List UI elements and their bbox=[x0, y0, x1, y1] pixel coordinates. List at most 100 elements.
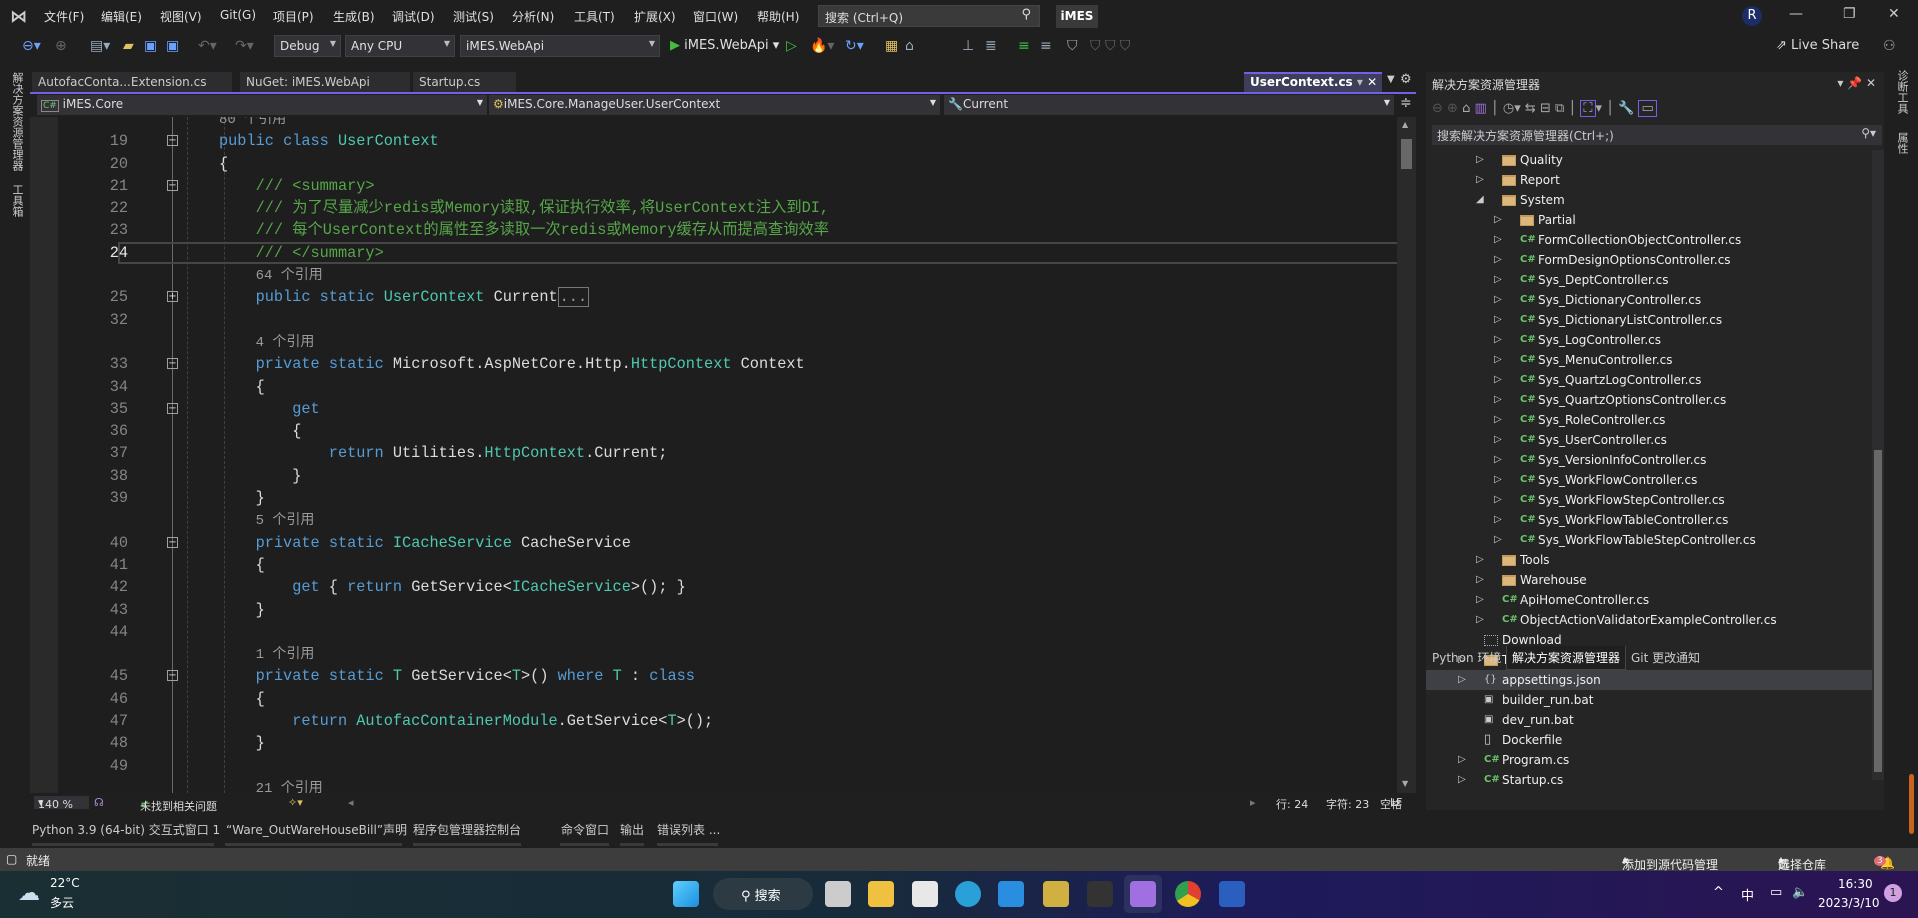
tab-autofac-extension[interactable]: AutofacConta...Extension.cs bbox=[32, 72, 232, 92]
platform-dropdown[interactable]: Any CPU ▼ bbox=[345, 35, 455, 57]
temperature[interactable]: 22°C bbox=[50, 876, 80, 890]
menu-item[interactable]: 工具(T) bbox=[574, 8, 615, 25]
solution-explorer-side-tab[interactable]: 解决方案资源管理器 bbox=[9, 72, 25, 171]
bookmark-icon[interactable]: ⛉ bbox=[1067, 38, 1078, 54]
collapsed-arrow-icon[interactable]: ▷ bbox=[1458, 670, 1466, 690]
collapsed-arrow-icon[interactable]: ▷ bbox=[1476, 170, 1484, 190]
tree-item[interactable]: ▷ C# Program.cs bbox=[1426, 750, 1872, 770]
code-line[interactable]: 23 /// 每个UserContext的属性至多读取一次redis或Memory… bbox=[30, 219, 1396, 241]
code-line[interactable]: 45− private static T GetService<T>() wher… bbox=[30, 665, 1396, 687]
tree-item[interactable]: ▷ C# Sys_QuartzLogController.cs bbox=[1426, 370, 1872, 390]
collapsed-arrow-icon[interactable]: ▷ bbox=[1494, 370, 1502, 390]
tree-item[interactable]: ▷ C# Sys_RoleController.cs bbox=[1426, 410, 1872, 430]
tree-item[interactable]: ▷ C# Sys_MenuController.cs bbox=[1426, 350, 1872, 370]
terminal-icon[interactable] bbox=[1087, 881, 1113, 907]
tab-python-env[interactable]: Python 环境 bbox=[1432, 649, 1501, 666]
tree-item[interactable]: ▷ Report bbox=[1426, 170, 1872, 190]
menu-item[interactable]: 生成(B) bbox=[333, 8, 375, 25]
redo-icon[interactable]: ↷▾ bbox=[235, 38, 254, 54]
code-line[interactable]: 25 + public static UserContext Current... bbox=[30, 286, 1396, 308]
solution-badge[interactable]: iMES bbox=[1056, 5, 1098, 28]
collapsed-arrow-icon[interactable]: ▷ bbox=[1494, 290, 1502, 310]
start-debug-button[interactable]: ▶ iMES.WebApi ▾ bbox=[670, 38, 779, 53]
tab-command-window[interactable]: 命令窗口 bbox=[561, 821, 609, 838]
tab-python-interactive[interactable]: Python 3.9 (64-bit) 交互式窗口 1 bbox=[32, 821, 220, 838]
collapse-icon[interactable]: − bbox=[167, 135, 178, 147]
tree-item[interactable]: ▷ C# FormCollectionObjectController.cs bbox=[1426, 230, 1872, 250]
ime-indicator[interactable]: 中 bbox=[1741, 885, 1754, 904]
code-line[interactable]: 49 bbox=[30, 755, 1396, 777]
collapsed-arrow-icon[interactable]: ▷ bbox=[1494, 470, 1502, 490]
config-dropdown[interactable]: Debug ▼ bbox=[274, 35, 341, 57]
tree-item[interactable]: ▷ C# Sys_WorkFlowController.cs bbox=[1426, 470, 1872, 490]
microsoft-store-icon[interactable] bbox=[912, 881, 938, 907]
code-line[interactable]: 47 return AutofacContainerModule.GetServi… bbox=[30, 710, 1396, 732]
menu-item[interactable]: 文件(F) bbox=[44, 8, 84, 25]
code-line[interactable]: 20 { bbox=[30, 153, 1396, 175]
step-icon[interactable]: ⊥ bbox=[962, 38, 974, 54]
codelens-references[interactable]: 4 个引用 bbox=[30, 331, 1396, 353]
avatar[interactable]: R bbox=[1742, 6, 1762, 26]
vscode-icon[interactable] bbox=[998, 881, 1024, 907]
clock-date[interactable]: 2023/3/10 bbox=[1818, 896, 1880, 910]
member-dropdown[interactable]: 🔧Current ▼ bbox=[944, 95, 1394, 115]
tree-item[interactable]: ▣ dev_run.bat bbox=[1426, 710, 1872, 730]
visual-studio-task-active[interactable] bbox=[1124, 875, 1162, 913]
scroll-thumb[interactable] bbox=[1401, 139, 1412, 169]
tree-scrollbar[interactable] bbox=[1872, 150, 1884, 780]
feedback-icon[interactable]: ⚇ bbox=[1883, 38, 1896, 54]
forward-icon[interactable]: ⊕ bbox=[55, 38, 67, 54]
code-line[interactable]: 37 return Utilities.HttpContext.Current; bbox=[30, 442, 1396, 464]
tab-usercontext[interactable]: UserContext.cs ▾ ✕ bbox=[1244, 72, 1382, 92]
code-line[interactable]: 38} bbox=[30, 465, 1396, 487]
collapsed-arrow-icon[interactable]: ▷ bbox=[1494, 450, 1502, 470]
code-line[interactable]: 48} bbox=[30, 732, 1396, 754]
tree-item[interactable]: ◢ System bbox=[1426, 190, 1872, 210]
collapsed-arrow-icon[interactable]: ▷ bbox=[1494, 270, 1502, 290]
line-indicator[interactable]: 行: 24 bbox=[1276, 796, 1308, 812]
tree-item[interactable]: Download bbox=[1426, 630, 1872, 650]
tree-item[interactable]: ▷ C# Sys_DictionaryController.cs bbox=[1426, 290, 1872, 310]
taskbar-search[interactable]: ⚲ 搜索 bbox=[713, 878, 813, 910]
code-line[interactable]: 19 − public class UserContext bbox=[30, 130, 1396, 152]
tree-item[interactable]: ▷ C# Sys_DictionaryListController.cs bbox=[1426, 310, 1872, 330]
refresh-icon[interactable]: ↻▾ bbox=[845, 38, 864, 54]
image-tool-icon[interactable] bbox=[1043, 881, 1069, 907]
collapsed-arrow-icon[interactable]: ▷ bbox=[1494, 230, 1502, 250]
tree-item[interactable]: ▷ Quality bbox=[1426, 150, 1872, 170]
pin-icon[interactable]: ▾ bbox=[1357, 75, 1363, 89]
editor-vertical-scrollbar[interactable]: ▲ ▼ bbox=[1397, 117, 1416, 793]
code-line[interactable]: 24 /// </summary> bbox=[30, 241, 1410, 264]
tree-item[interactable]: ▷ C# ObjectActionValidatorExampleControlle… bbox=[1426, 610, 1872, 630]
weather-text[interactable]: 多云 bbox=[50, 894, 74, 911]
collapse-icon[interactable]: − bbox=[167, 402, 178, 414]
switch-views-icon[interactable]: ▥ bbox=[1475, 101, 1487, 116]
menu-item[interactable]: 扩展(X) bbox=[634, 8, 676, 25]
tree-item[interactable]: ▷ C# Sys_WorkFlowStepController.cs bbox=[1426, 490, 1872, 510]
tab-notifications[interactable]: 通知 bbox=[1676, 649, 1700, 666]
diagnostic-tools-side-tab[interactable]: 诊断工具 bbox=[1894, 70, 1910, 114]
code-line[interactable]: 46 { bbox=[30, 688, 1396, 710]
scroll-thumb[interactable] bbox=[1874, 450, 1882, 772]
code-line[interactable]: 42 get { return GetService<ICacheService>… bbox=[30, 576, 1396, 598]
collapsed-arrow-icon[interactable]: ▷ bbox=[1476, 610, 1484, 630]
tree-item[interactable]: ▷ C# Sys_QuartzOptionsController.cs bbox=[1426, 390, 1872, 410]
startup-project-dropdown[interactable]: iMES.WebApi ▼ bbox=[460, 35, 660, 57]
code-line[interactable]: 34 { bbox=[30, 376, 1396, 398]
start-without-debug-icon[interactable]: ▷ bbox=[786, 38, 797, 54]
tab-list-icon[interactable]: ▼ bbox=[1387, 74, 1395, 85]
expanded-arrow-icon[interactable]: ◢ bbox=[1476, 190, 1484, 210]
properties-icon[interactable]: 🔧 bbox=[1618, 101, 1634, 116]
collapsed-arrow-icon[interactable]: ▷ bbox=[1476, 570, 1484, 590]
code-line[interactable]: 32 bbox=[30, 309, 1396, 331]
tab-output[interactable]: 输出 bbox=[620, 821, 644, 838]
back-icon[interactable]: ⊖▾ bbox=[22, 38, 41, 54]
preview-icon[interactable]: ▭ bbox=[1638, 100, 1657, 117]
new-item-icon[interactable]: ▤▾ bbox=[90, 38, 110, 54]
search-input[interactable]: 搜索 (Ctrl+Q) ⚲ bbox=[818, 5, 1040, 27]
maximize-icon[interactable]: ❐ bbox=[1843, 6, 1856, 22]
tab-solution-explorer[interactable]: 解决方案资源管理器 bbox=[1506, 646, 1627, 670]
collapsed-region[interactable]: ... bbox=[557, 287, 590, 308]
collapsed-arrow-icon[interactable]: ▷ bbox=[1494, 430, 1502, 450]
visual-studio-icon[interactable]: ⋈ bbox=[10, 7, 30, 27]
